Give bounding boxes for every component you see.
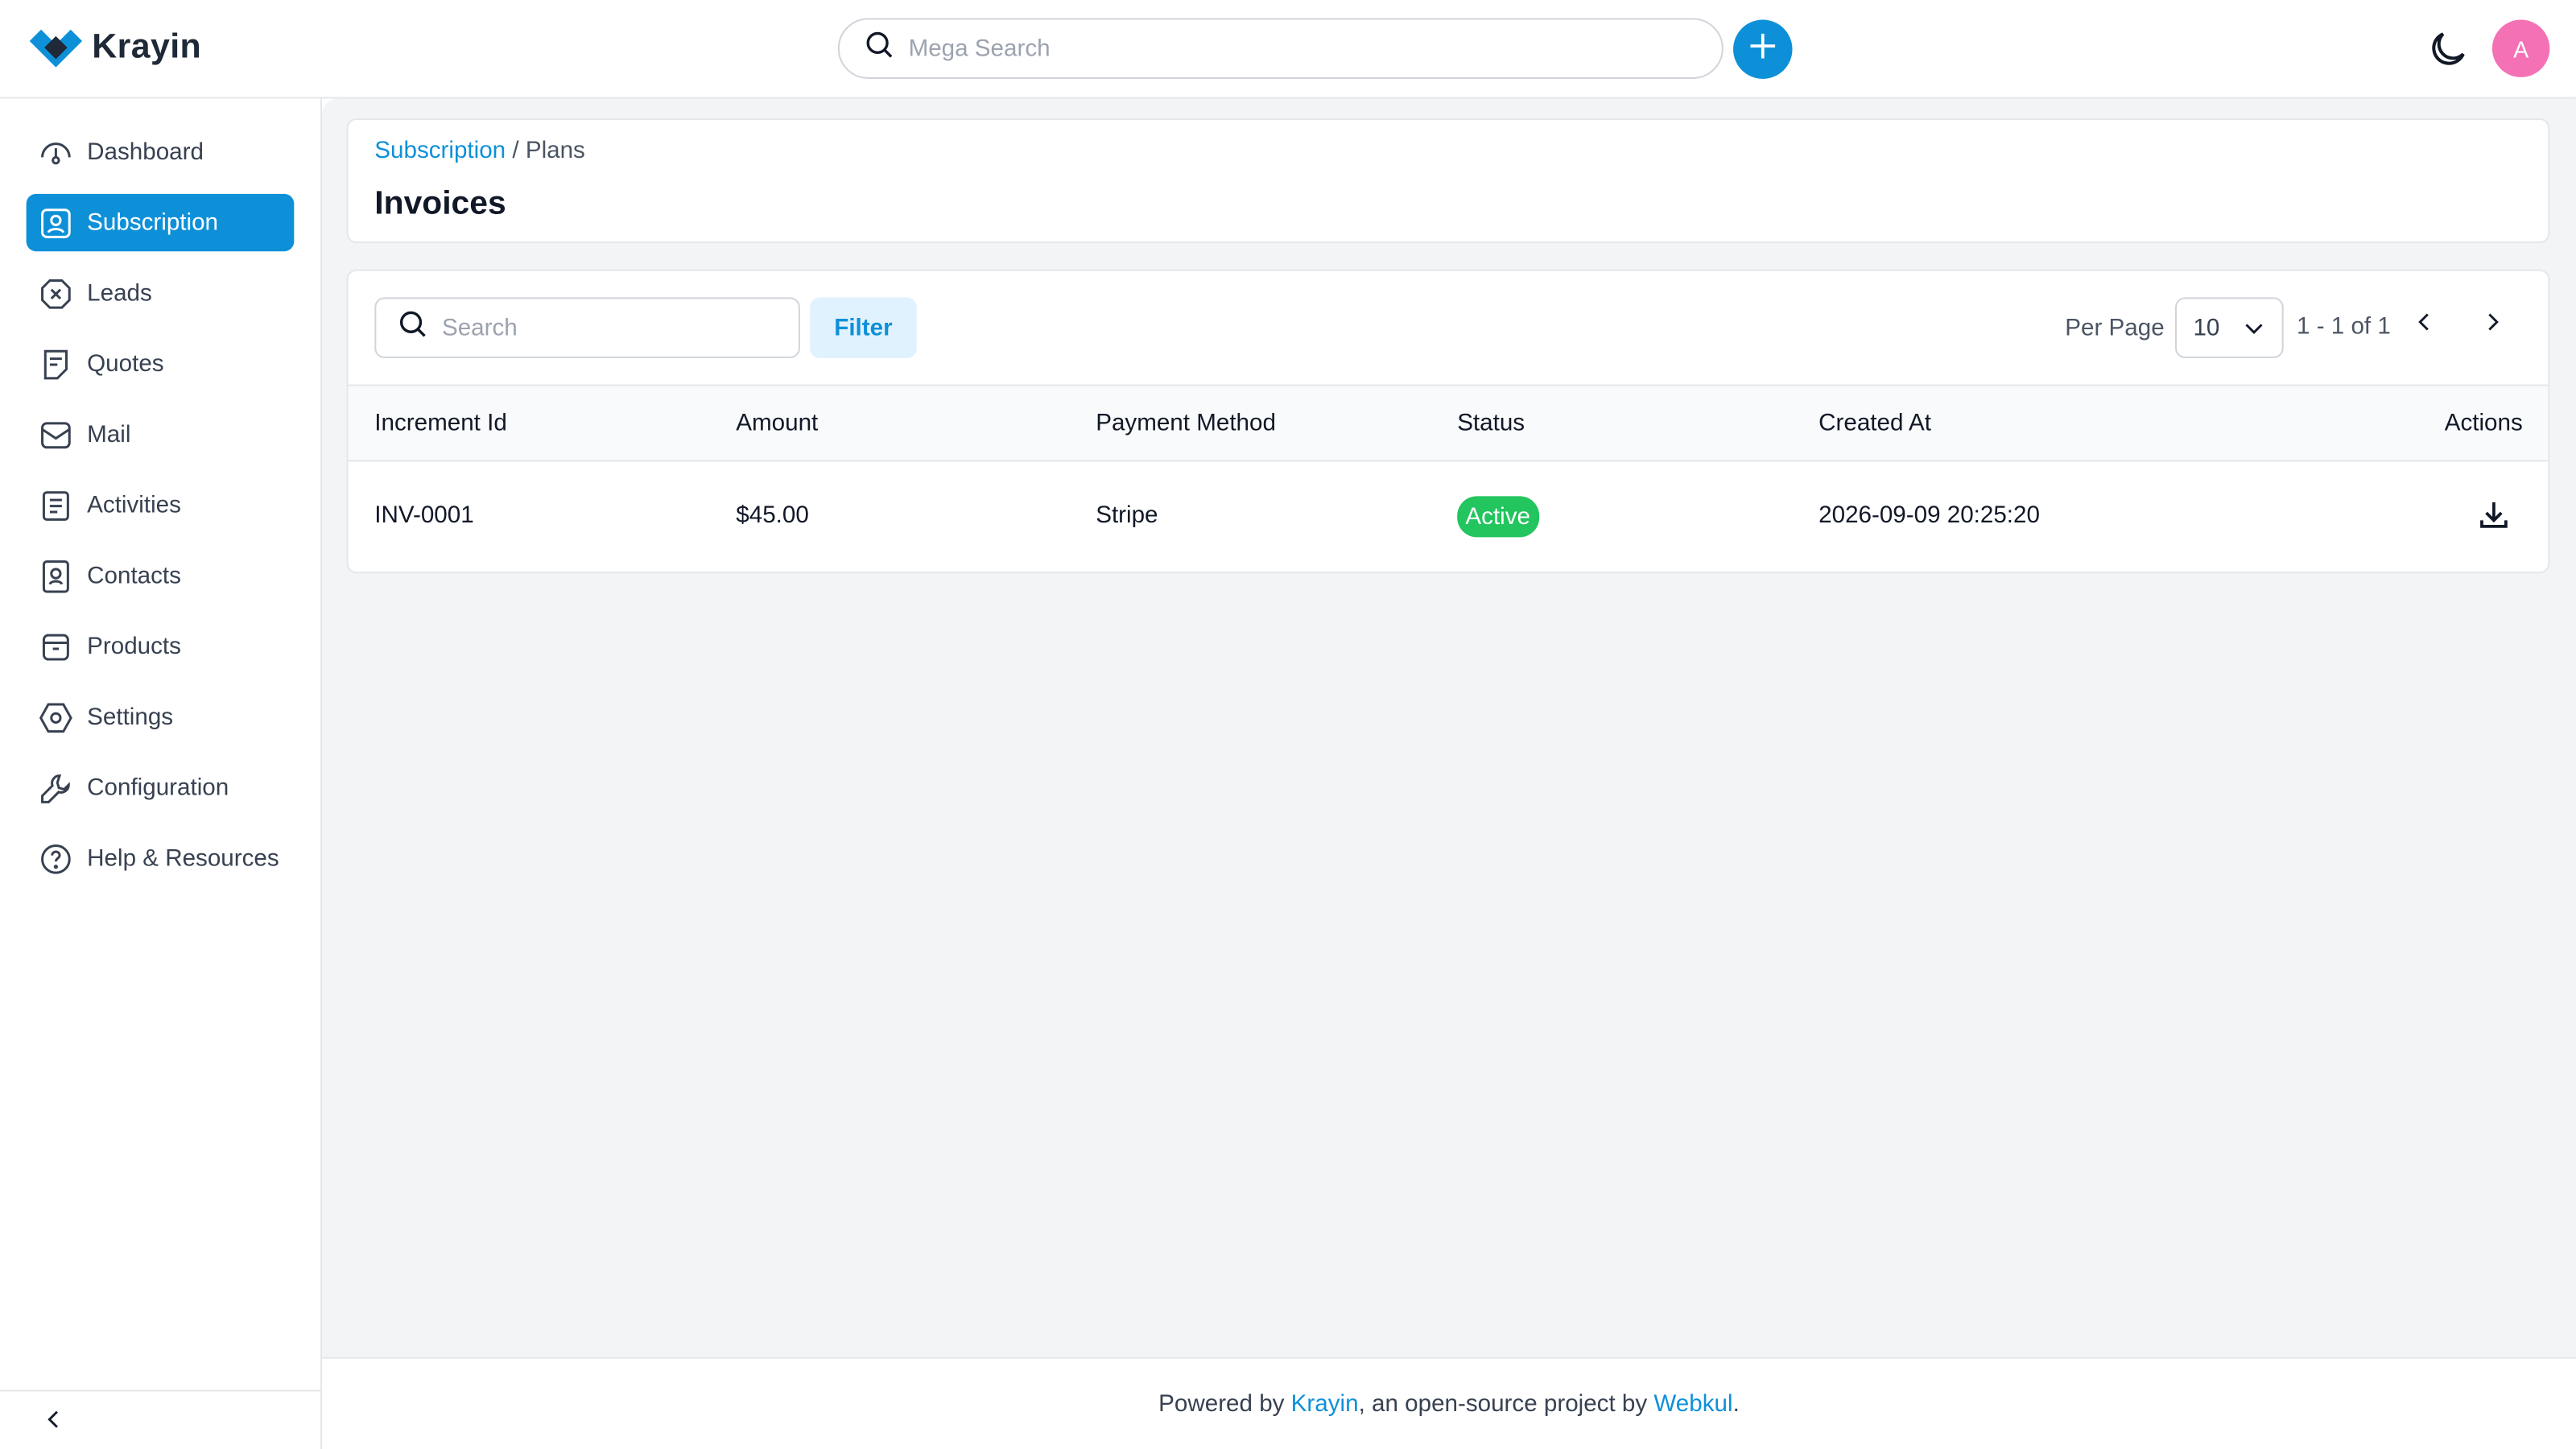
quotes-icon: [38, 346, 74, 382]
sidebar-item-label: Contacts: [87, 562, 181, 589]
krayin-logo-icon: [29, 28, 83, 68]
quick-create-button[interactable]: [1733, 19, 1793, 79]
breadcrumb: Subscription / Plans: [374, 138, 585, 164]
logo-text: Krayin: [92, 27, 202, 66]
sidebar-item-contacts[interactable]: Contacts: [27, 547, 295, 605]
search-input[interactable]: [441, 314, 771, 341]
mail-icon: [38, 416, 74, 452]
column-header-actions: Actions: [2444, 411, 2523, 437]
cell-amount: $45.00: [736, 502, 809, 530]
sidebar-item-label: Activities: [87, 492, 181, 518]
download-icon[interactable]: [2475, 497, 2512, 542]
app-root: Krayin A Dashboard: [0, 0, 2576, 1449]
sidebar-item-label: Products: [87, 633, 181, 660]
leads-icon: [38, 275, 74, 312]
sidebar-item-label: Help & Resources: [87, 844, 279, 872]
table-header: Increment Id Amount Payment Method Statu…: [348, 384, 2549, 462]
sidebar-item-label: Leads: [87, 279, 152, 307]
main-content: Subscription / Plans Invoices Filter Per…: [321, 98, 2576, 1357]
sidebar-item-mail[interactable]: Mail: [27, 406, 295, 463]
mega-search[interactable]: [837, 18, 1724, 79]
search-icon: [862, 28, 895, 69]
top-header: Krayin A: [0, 0, 2576, 99]
per-page-label: Per Page: [2065, 315, 2165, 342]
page-header: Subscription / Plans Invoices: [346, 118, 2550, 244]
sidebar-item-dashboard[interactable]: Dashboard: [27, 123, 295, 180]
products-icon: [38, 629, 74, 665]
status-badge: Active: [1457, 496, 1539, 538]
cell-payment-method: Stripe: [1096, 502, 1158, 530]
sidebar-item-leads[interactable]: Leads: [27, 265, 295, 322]
sidebar-item-settings[interactable]: Settings: [27, 688, 295, 745]
cell-increment-id: INV-0001: [374, 502, 474, 530]
moon-icon: [2425, 32, 2471, 79]
chevron-left-icon[interactable]: [2413, 311, 2437, 342]
help-icon: [38, 840, 74, 877]
breadcrumb-separator: /: [512, 138, 519, 165]
per-page-value: 10: [2193, 314, 2220, 341]
footer-middle: , an open-source project by: [1358, 1390, 1654, 1418]
pagination-info: 1 - 1 of 1: [2297, 313, 2391, 341]
logo[interactable]: Krayin: [29, 27, 202, 68]
datagrid-search[interactable]: [374, 297, 800, 358]
activities-icon: [38, 487, 74, 523]
subscription-icon: [38, 204, 74, 241]
sidebar-item-activities[interactable]: Activities: [27, 477, 295, 534]
breadcrumb-current: Plans: [525, 138, 585, 165]
contacts-icon: [38, 558, 74, 594]
sidebar-item-subscription[interactable]: Subscription: [26, 193, 295, 252]
column-header-created-at[interactable]: Created At: [1818, 411, 1931, 437]
column-header-payment-method[interactable]: Payment Method: [1096, 411, 1276, 437]
sidebar-item-label: Settings: [87, 704, 174, 731]
footer: Powered by Krayin , an open-source proje…: [321, 1356, 2576, 1449]
column-header-increment-id[interactable]: Increment Id: [374, 411, 506, 437]
table-row: INV-0001 $45.00 Stripe Active 2026-09-09…: [349, 461, 2549, 573]
footer-suffix: .: [1732, 1390, 1740, 1418]
user-avatar[interactable]: A: [2491, 19, 2550, 77]
filter-button[interactable]: Filter: [810, 297, 917, 358]
footer-prefix: Powered by: [1158, 1390, 1291, 1418]
invoices-datagrid: Filter Per Page 10 1 - 1 of 1 Increment …: [346, 269, 2550, 574]
footer-link-webkul[interactable]: Webkul: [1653, 1391, 1732, 1418]
sidebar-item-label: Subscription: [87, 209, 219, 236]
per-page-select[interactable]: 10: [2175, 297, 2284, 358]
dashboard-icon: [38, 134, 74, 170]
sidebar-item-label: Quotes: [87, 350, 164, 378]
configuration-icon: [38, 770, 74, 806]
cell-created-at: 2026-09-09 20:25:20: [1818, 502, 2040, 530]
chevron-down-icon: [2243, 317, 2266, 347]
sidebar-item-label: Dashboard: [87, 138, 204, 166]
column-header-amount[interactable]: Amount: [736, 411, 818, 437]
mega-search-input[interactable]: [908, 35, 1665, 62]
plus-icon: [1746, 29, 1779, 70]
sidebar-collapse: [0, 1389, 322, 1449]
settings-icon: [38, 699, 74, 735]
sidebar-item-products[interactable]: Products: [27, 617, 295, 675]
chevron-right-icon[interactable]: [2481, 311, 2504, 342]
sidebar-item-label: Mail: [87, 421, 131, 448]
sidebar-item-label: Configuration: [87, 774, 229, 801]
sidebar-item-configuration[interactable]: Configuration: [27, 759, 295, 816]
sidebar: Dashboard Subscription Leads Quotes Mail: [0, 98, 322, 1449]
dark-mode-toggle[interactable]: [2425, 27, 2471, 72]
breadcrumb-link-subscription[interactable]: Subscription: [374, 138, 506, 164]
column-header-status[interactable]: Status: [1457, 411, 1525, 437]
page-title: Invoices: [374, 185, 506, 222]
chevron-left-icon[interactable]: [43, 1408, 66, 1439]
footer-link-krayin[interactable]: Krayin: [1291, 1391, 1359, 1418]
search-icon: [396, 308, 429, 349]
sidebar-item-help[interactable]: Help & Resources: [27, 830, 295, 887]
sidebar-item-quotes[interactable]: Quotes: [27, 335, 295, 392]
